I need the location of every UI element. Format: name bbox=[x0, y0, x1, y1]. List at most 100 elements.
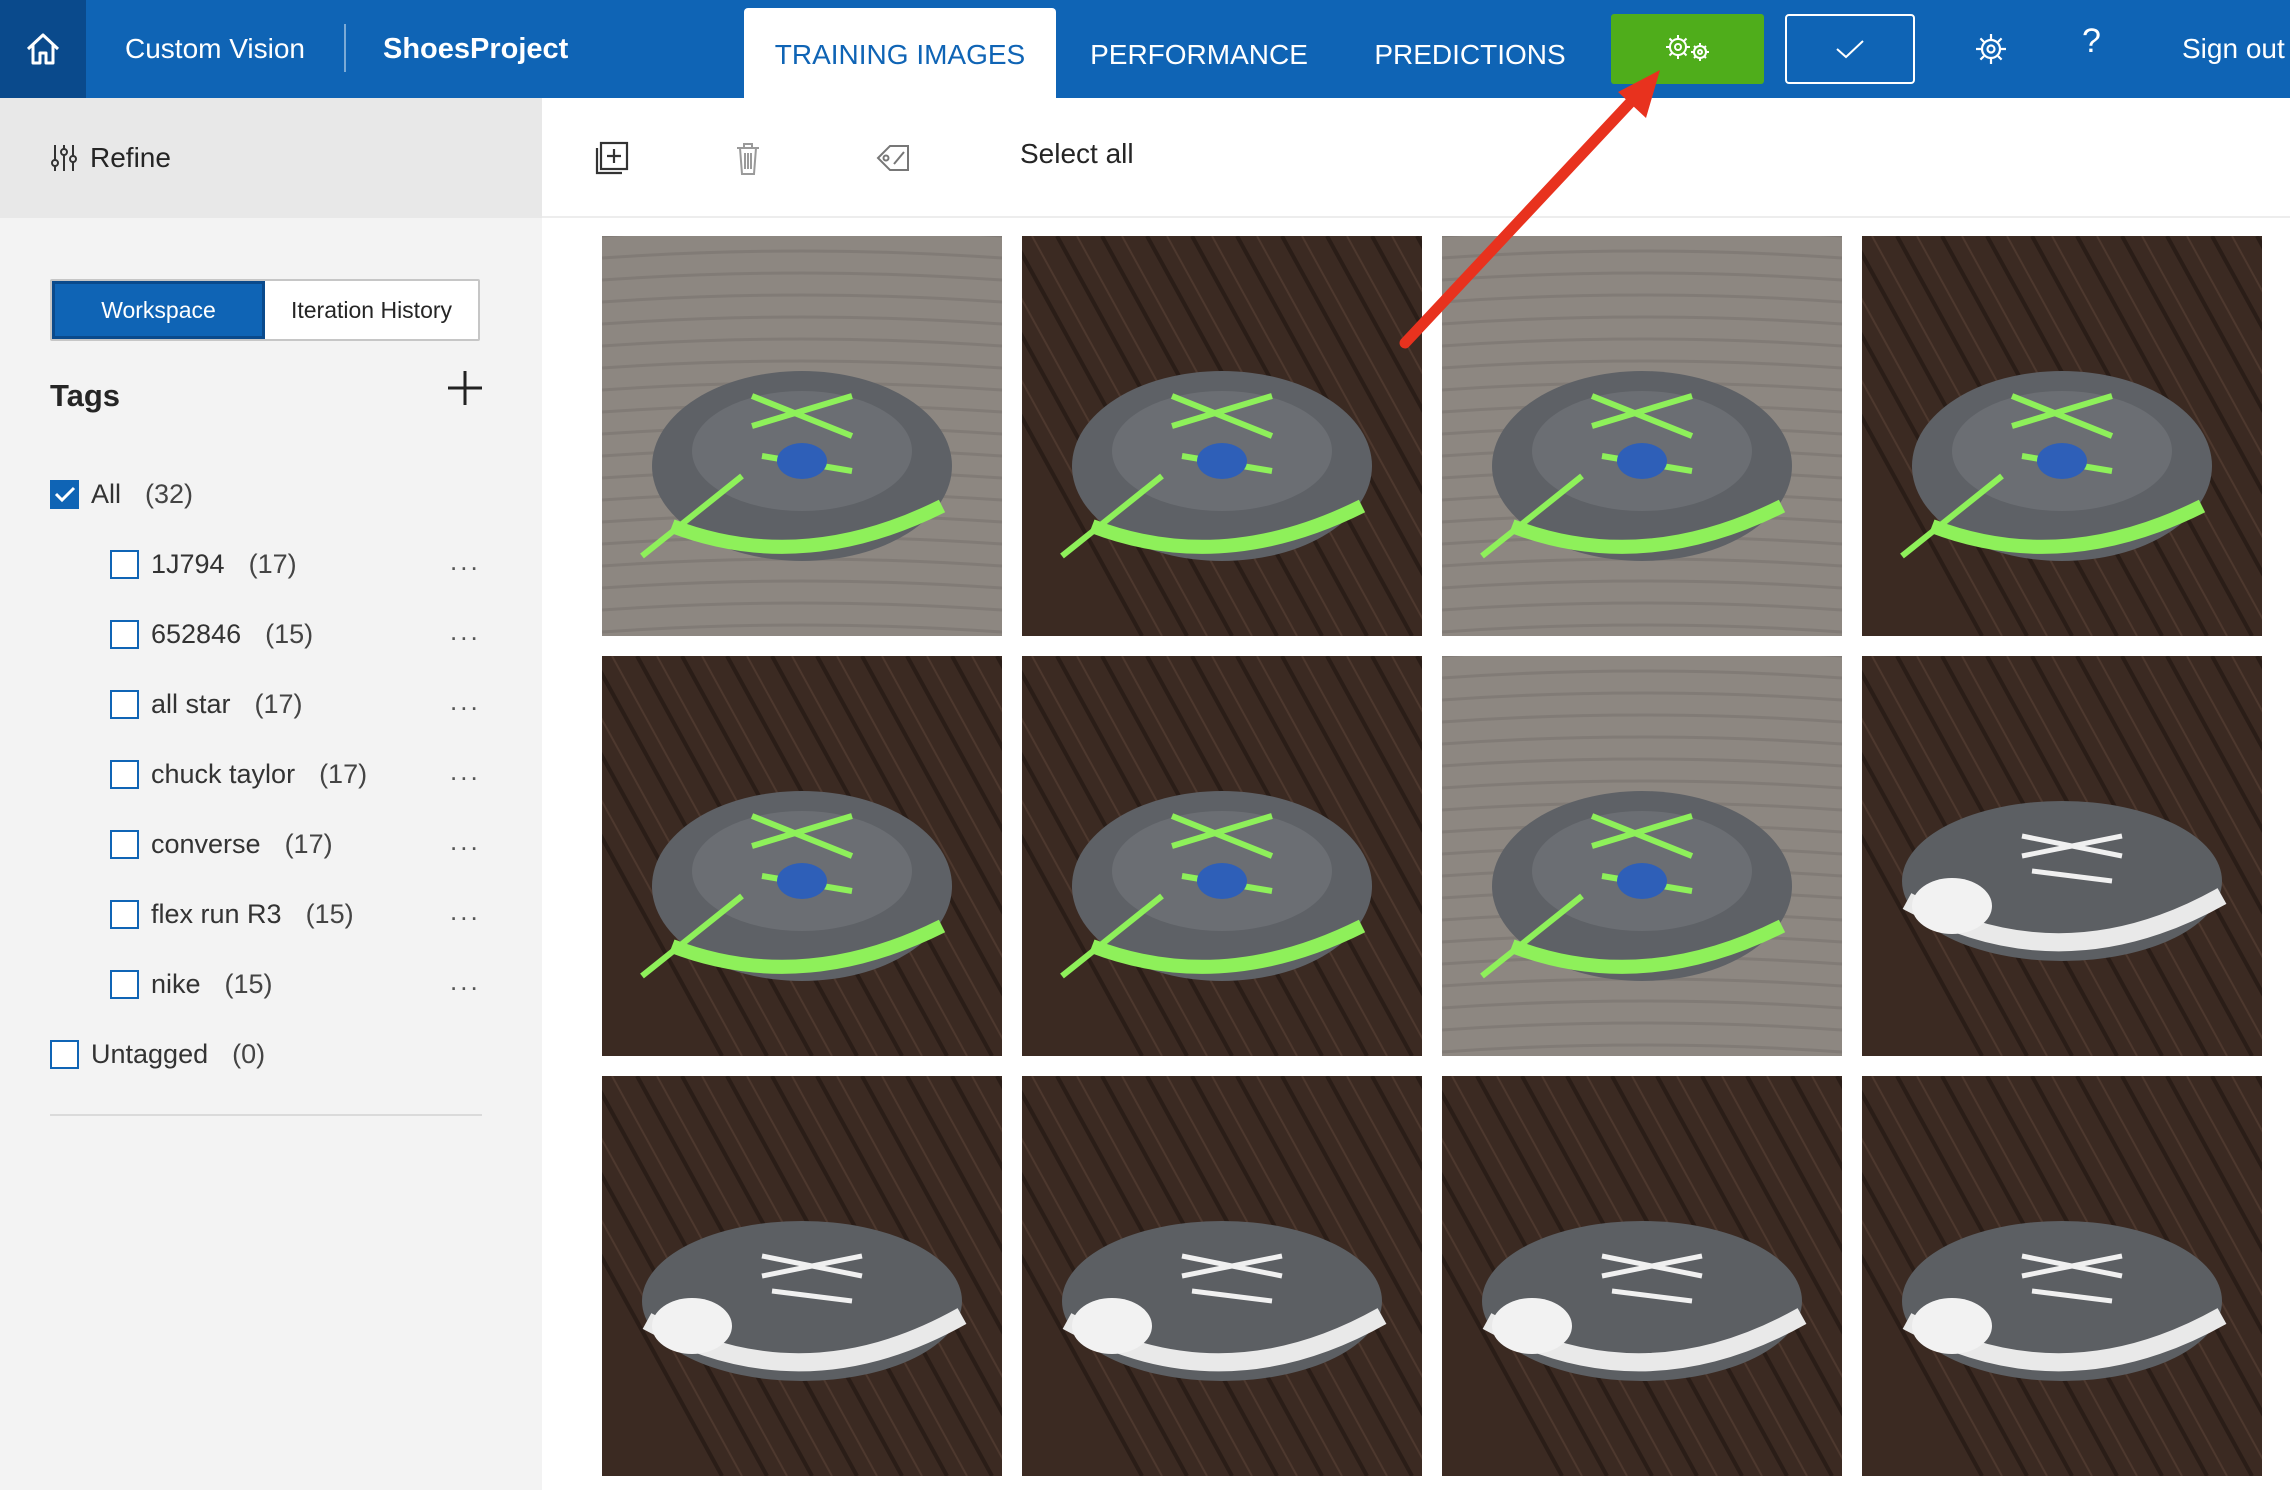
train-button[interactable] bbox=[1611, 14, 1764, 84]
tag-all-checkbox[interactable] bbox=[50, 479, 79, 509]
tag-more-button[interactable]: ... bbox=[450, 966, 481, 997]
shoe-photo bbox=[1862, 1076, 2262, 1476]
tab-predictions[interactable]: PREDICTIONS bbox=[1354, 8, 1586, 98]
image-thumbnail[interactable] bbox=[602, 656, 1002, 1056]
delete-icon[interactable] bbox=[728, 138, 768, 178]
image-thumbnail[interactable] bbox=[1862, 1076, 2262, 1476]
tag-more-button[interactable]: ... bbox=[450, 896, 481, 927]
tag-more-button[interactable]: ... bbox=[450, 686, 481, 717]
shoe-photo bbox=[1442, 656, 1842, 1056]
image-thumbnail[interactable] bbox=[1442, 656, 1842, 1056]
refine-label: Refine bbox=[90, 142, 171, 173]
image-toolbar: Select all bbox=[542, 98, 2290, 218]
tag-checkbox[interactable] bbox=[110, 619, 139, 649]
image-thumbnail[interactable] bbox=[1022, 236, 1422, 636]
shoe-photo bbox=[1442, 1076, 1842, 1476]
image-thumbnail[interactable] bbox=[1442, 1076, 1842, 1476]
select-all-button[interactable]: Select all bbox=[1020, 138, 1134, 170]
image-thumbnail[interactable] bbox=[602, 236, 1002, 636]
tag-count: (0) bbox=[232, 1038, 266, 1069]
shoe-photo bbox=[602, 656, 1002, 1056]
settings-gear-icon[interactable] bbox=[1972, 30, 2010, 68]
tag-more-button[interactable]: ... bbox=[450, 756, 481, 787]
top-bar: Custom Vision ShoesProject TRAINING IMAG… bbox=[0, 0, 2290, 98]
tag-item[interactable]: converse (17) bbox=[110, 824, 333, 864]
tag-more-button[interactable]: ... bbox=[450, 826, 481, 857]
filter-sliders-icon bbox=[51, 145, 77, 171]
checkmark-icon bbox=[54, 486, 75, 503]
iteration-history-tab[interactable]: Iteration History bbox=[265, 281, 478, 339]
tag-checkbox[interactable] bbox=[110, 899, 139, 929]
shoe-photo bbox=[1022, 236, 1422, 636]
tag-more-button[interactable]: ... bbox=[450, 546, 481, 577]
tab-training-images[interactable]: TRAINING IMAGES bbox=[744, 8, 1056, 98]
image-thumbnail[interactable] bbox=[602, 1076, 1002, 1476]
shoe-photo bbox=[1022, 656, 1422, 1056]
tag-item[interactable]: all star (17) bbox=[110, 684, 303, 724]
workspace-toggle: Workspace Iteration History bbox=[50, 279, 480, 341]
tag-count: (15) bbox=[305, 898, 354, 929]
app-name[interactable]: Custom Vision bbox=[125, 0, 305, 98]
shoe-photo bbox=[602, 1076, 1002, 1476]
tag-count: (32) bbox=[145, 478, 194, 509]
help-icon[interactable]: ? bbox=[2082, 22, 2101, 61]
refine-button[interactable]: Refine bbox=[0, 98, 542, 218]
tag-item[interactable]: nike (15) bbox=[110, 964, 273, 1004]
tag-name: Untagged bbox=[91, 1038, 209, 1069]
sidebar: Workspace Iteration History Tags All (32… bbox=[0, 218, 542, 1490]
tag-name: all star bbox=[151, 688, 231, 719]
tag-count: (17) bbox=[248, 548, 297, 579]
tag-count: (15) bbox=[224, 968, 273, 999]
tag-checkbox[interactable] bbox=[110, 759, 139, 789]
tag-checkbox[interactable] bbox=[110, 969, 139, 999]
tag-count: (17) bbox=[254, 688, 303, 719]
add-tag-icon[interactable] bbox=[445, 368, 485, 408]
tag-name: 652846 bbox=[151, 618, 242, 649]
tag-name: All bbox=[91, 478, 122, 509]
tag-name: nike bbox=[151, 968, 201, 999]
tag-name: 1J794 bbox=[151, 548, 225, 579]
image-thumbnail[interactable] bbox=[1862, 656, 2262, 1056]
image-grid bbox=[602, 236, 2262, 1476]
sidebar-divider bbox=[50, 1114, 482, 1116]
tag-name: chuck taylor bbox=[151, 758, 296, 789]
tags-heading: Tags bbox=[50, 378, 121, 413]
shoe-photo bbox=[1442, 236, 1842, 636]
image-thumbnail[interactable] bbox=[1862, 236, 2262, 636]
image-thumbnail[interactable] bbox=[1442, 236, 1842, 636]
tag-all[interactable]: All (32) bbox=[50, 474, 193, 514]
tag-item[interactable]: 652846 (15) bbox=[110, 614, 313, 654]
tag-item[interactable]: chuck taylor (17) bbox=[110, 754, 367, 794]
image-thumbnail[interactable] bbox=[1022, 656, 1422, 1056]
check-icon bbox=[1836, 40, 1864, 59]
shoe-photo bbox=[1862, 236, 2262, 636]
tag-untagged[interactable]: Untagged (0) bbox=[50, 1034, 265, 1074]
home-button[interactable] bbox=[0, 0, 86, 98]
add-images-icon[interactable] bbox=[592, 138, 632, 178]
tab-performance[interactable]: PERFORMANCE bbox=[1086, 8, 1312, 98]
tag-name: converse bbox=[151, 828, 261, 859]
tag-count: (17) bbox=[319, 758, 368, 789]
header-divider bbox=[344, 24, 346, 72]
home-icon bbox=[26, 33, 60, 65]
tag-checkbox[interactable] bbox=[50, 1039, 79, 1069]
tag-count: (15) bbox=[265, 618, 314, 649]
gears-icon bbox=[1665, 35, 1709, 61]
tag-item[interactable]: flex run R3 (15) bbox=[110, 894, 354, 934]
tag-name: flex run R3 bbox=[151, 898, 282, 929]
tag-checkbox[interactable] bbox=[110, 689, 139, 719]
shoe-photo bbox=[1022, 1076, 1422, 1476]
shoe-photo bbox=[602, 236, 1002, 636]
quick-test-button[interactable] bbox=[1785, 14, 1915, 84]
tag-checkbox[interactable] bbox=[110, 549, 139, 579]
tag-count: (17) bbox=[284, 828, 333, 859]
shoe-photo bbox=[1862, 656, 2262, 1056]
sign-out-link[interactable]: Sign out bbox=[2182, 0, 2285, 98]
tag-more-button[interactable]: ... bbox=[450, 616, 481, 647]
project-name[interactable]: ShoesProject bbox=[383, 0, 568, 98]
image-thumbnail[interactable] bbox=[1022, 1076, 1422, 1476]
tag-label-icon[interactable] bbox=[872, 138, 916, 178]
tag-item[interactable]: 1J794 (17) bbox=[110, 544, 297, 584]
tag-checkbox[interactable] bbox=[110, 829, 139, 859]
workspace-tab[interactable]: Workspace bbox=[52, 281, 265, 339]
